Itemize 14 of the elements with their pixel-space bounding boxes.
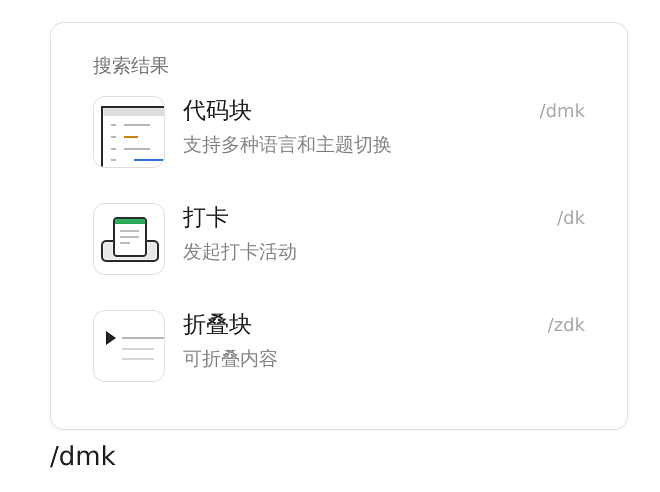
check-in-card-icon <box>93 202 165 274</box>
result-title[interactable]: 折叠块 <box>183 309 530 340</box>
shortcut-label: /dmk <box>540 100 585 122</box>
result-description: 支持多种语言和主题切换 <box>183 133 393 158</box>
result-title[interactable]: 代码块 <box>183 95 522 126</box>
shortcut-label: /zdk <box>548 314 585 336</box>
result-description: 可折叠内容 <box>183 347 279 372</box>
shortcut-label: /dk <box>557 207 585 229</box>
editor-text: /dmk <box>50 442 117 472</box>
result-description: 发起打卡活动 <box>183 240 298 265</box>
result-title[interactable]: 打卡 <box>183 202 540 233</box>
code-block-icon <box>93 96 165 168</box>
panel-heading: 搜索结果 <box>93 54 170 79</box>
collapsible-block-icon <box>93 310 165 382</box>
